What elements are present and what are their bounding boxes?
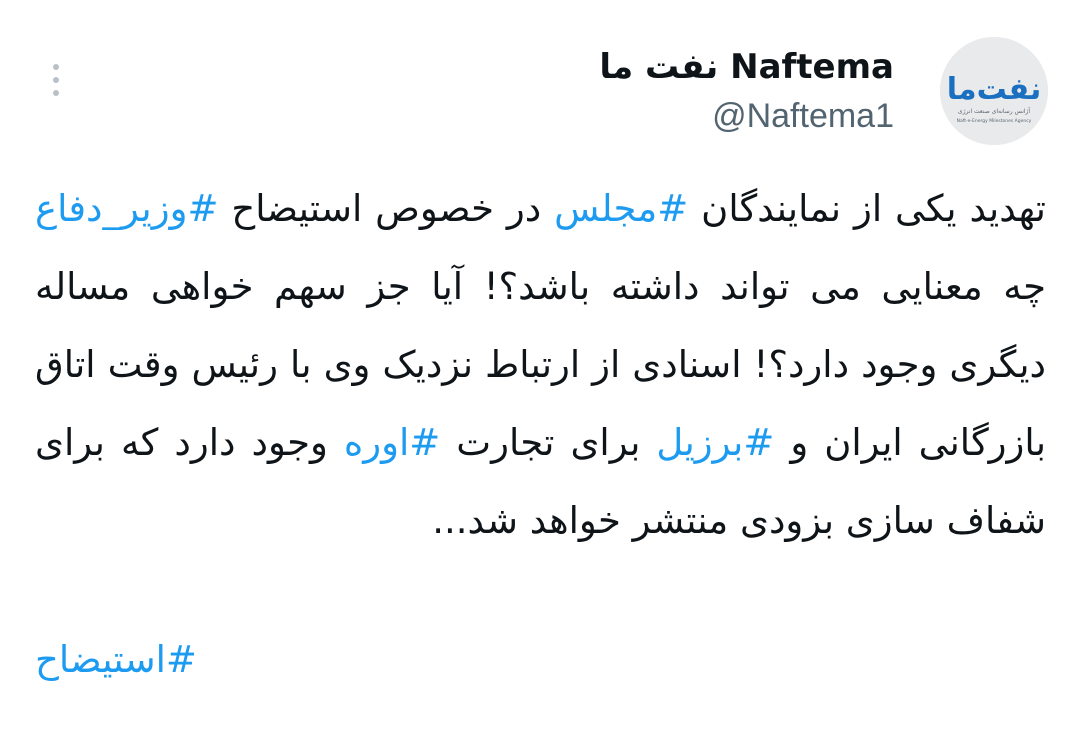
avatar-tagline-en: Naft-e-Energy Milestones Agency [957,118,1032,124]
hashtag-link[interactable]: #وزیر_دفاع [35,187,218,230]
hashtag-link[interactable]: #استیضاح [35,638,197,681]
hashtag-link[interactable]: #برزیل [656,421,774,464]
author-block[interactable]: نفت ما Naftema @Naftema1 [599,40,894,138]
naftema-logo: نفت‌ما آژانس رسانه‌ای صنعت انرژی Naft-e-… [940,37,1048,145]
tweet-text-segment: تهدید یکی از نمایندگان [688,187,1046,230]
avatar[interactable]: نفت‌ما آژانس رسانه‌ای صنعت انرژی Naft-e-… [940,37,1048,145]
avatar-logo-text: نفت‌ما [947,72,1041,107]
more-options-button[interactable] [40,58,72,102]
tweet-text: تهدید یکی از نمایندگان #مجلس در خصوص است… [35,170,1046,560]
hashtag-link[interactable]: #اوره [344,421,440,464]
more-vertical-icon-dot [53,77,59,83]
hashtag-link[interactable]: #مجلس [554,187,688,230]
tweet-text-segment: در خصوص استیضاح [218,187,555,230]
author-handle[interactable]: @Naftema1 [599,94,894,138]
more-vertical-icon-dot [53,90,59,96]
more-vertical-icon [53,64,59,70]
author-display-name[interactable]: نفت ما Naftema [599,40,894,94]
tweet-card: نفت ما Naftema @Naftema1 نفت‌ما آژانس رس… [0,0,1079,737]
trailing-hashtag-line: #استیضاح [35,625,197,695]
avatar-tagline: آژانس رسانه‌ای صنعت انرژی [958,106,1031,115]
tweet-text-segment: برای تجارت [440,421,657,464]
